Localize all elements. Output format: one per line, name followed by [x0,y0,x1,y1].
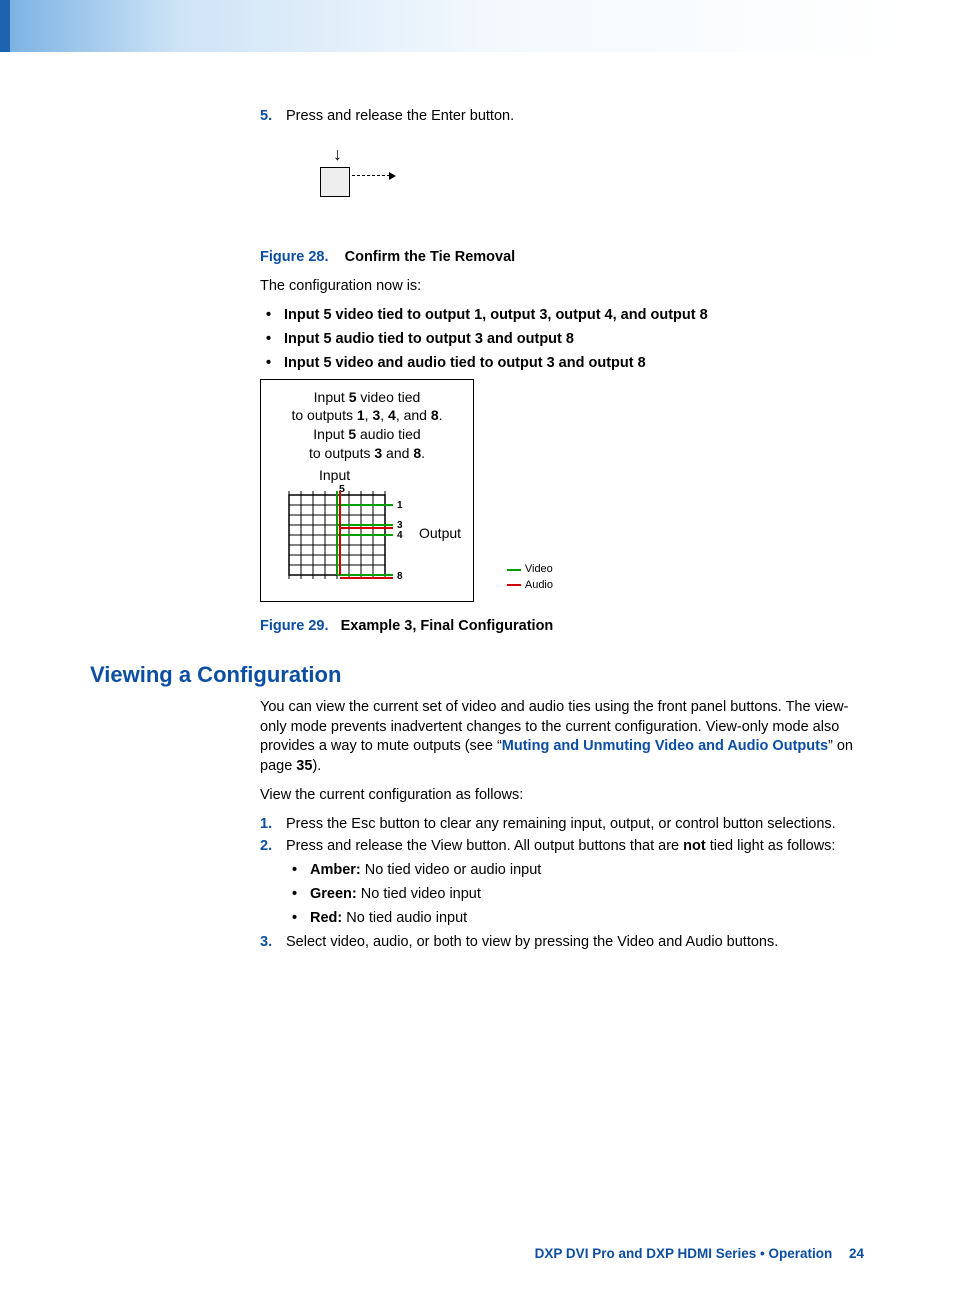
view-step-2-marker: 2. [260,838,272,854]
output-label: Output [419,525,461,541]
color-amber: Amber: No tied video or audio input [286,862,874,878]
step-5-text: Press and release the Enter button. [286,108,514,124]
view-step-3-marker: 3. [260,934,272,950]
config-diagram: Input 5 video tied to outputs 1, 3, 4, a… [260,379,474,603]
config-now-is: The configuration now is: [260,277,874,297]
link-muting-outputs[interactable]: Muting and Unmuting Video and Audio Outp… [502,738,828,754]
view-step-1-marker: 1. [260,816,272,832]
svg-text:4: 4 [397,530,403,541]
tie-bullet-3: Input 5 video and audio tied to output 3… [260,355,874,371]
tie-bullet-2: Input 5 audio tied to output 3 and outpu… [260,331,874,347]
figure-28-number: Figure 28. [260,249,329,265]
step-5-marker: 5. [260,108,272,124]
section-heading-viewing: Viewing a Configuration [90,662,874,688]
tie-grid-icon: 1 3 4 8 [279,491,419,591]
legend: Video Audio [507,562,553,593]
svg-text:1: 1 [397,500,403,511]
enter-button-box [320,167,350,197]
config-diagram-text: Input 5 video tied to outputs 1, 3, 4, a… [267,388,467,464]
figure-29-title: Example 3, Final Configuration [341,618,554,634]
svg-text:8: 8 [397,571,403,582]
view-step-3-text: Select video, audio, or both to view by … [286,934,778,950]
view-step-1: 1. Press the Esc button to clear any rem… [260,816,874,832]
color-red: Red: No tied audio input [286,910,874,926]
view-step-2: 2. Press and release the View button. Al… [260,838,874,926]
video-swatch-icon [507,569,521,571]
figure-29-caption: Figure 29. Example 3, Final Configuratio… [260,618,874,634]
page-footer: DXP DVI Pro and DXP HDMI Series • Operat… [535,1246,864,1261]
button-diagram: ↓ [310,149,874,209]
viewing-para-1: You can view the current set of video an… [260,698,874,776]
view-step-3: 3. Select video, audio, or both to view … [260,934,874,950]
dashed-arrow-icon [352,175,390,177]
footer-page-number: 24 [836,1246,864,1261]
figure-28-title: Confirm the Tie Removal [345,249,516,265]
down-arrow-icon: ↓ [333,145,342,163]
tie-bullet-1: Input 5 video tied to output 1, output 3… [260,307,874,323]
view-step-1-text: Press the Esc button to clear any remain… [286,816,836,832]
input-label: Input [319,467,350,483]
figure-28-caption: Figure 28. Confirm the Tie Removal [260,249,874,265]
audio-swatch-icon [507,584,521,586]
legend-audio: Audio [525,578,553,593]
figure-29-number: Figure 29. [260,618,329,634]
color-green: Green: No tied video input [286,886,874,902]
viewing-para-2: View the current configuration as follow… [260,786,874,806]
footer-title: DXP DVI Pro and DXP HDMI Series • Operat… [535,1246,833,1261]
page-content: 5. Press and release the Enter button. ↓… [0,108,954,1291]
view-step-2-text: Press and release the View button. All o… [286,838,835,854]
legend-video: Video [525,562,553,577]
step-5: 5. Press and release the Enter button. [260,108,874,124]
header-bar [0,0,954,52]
